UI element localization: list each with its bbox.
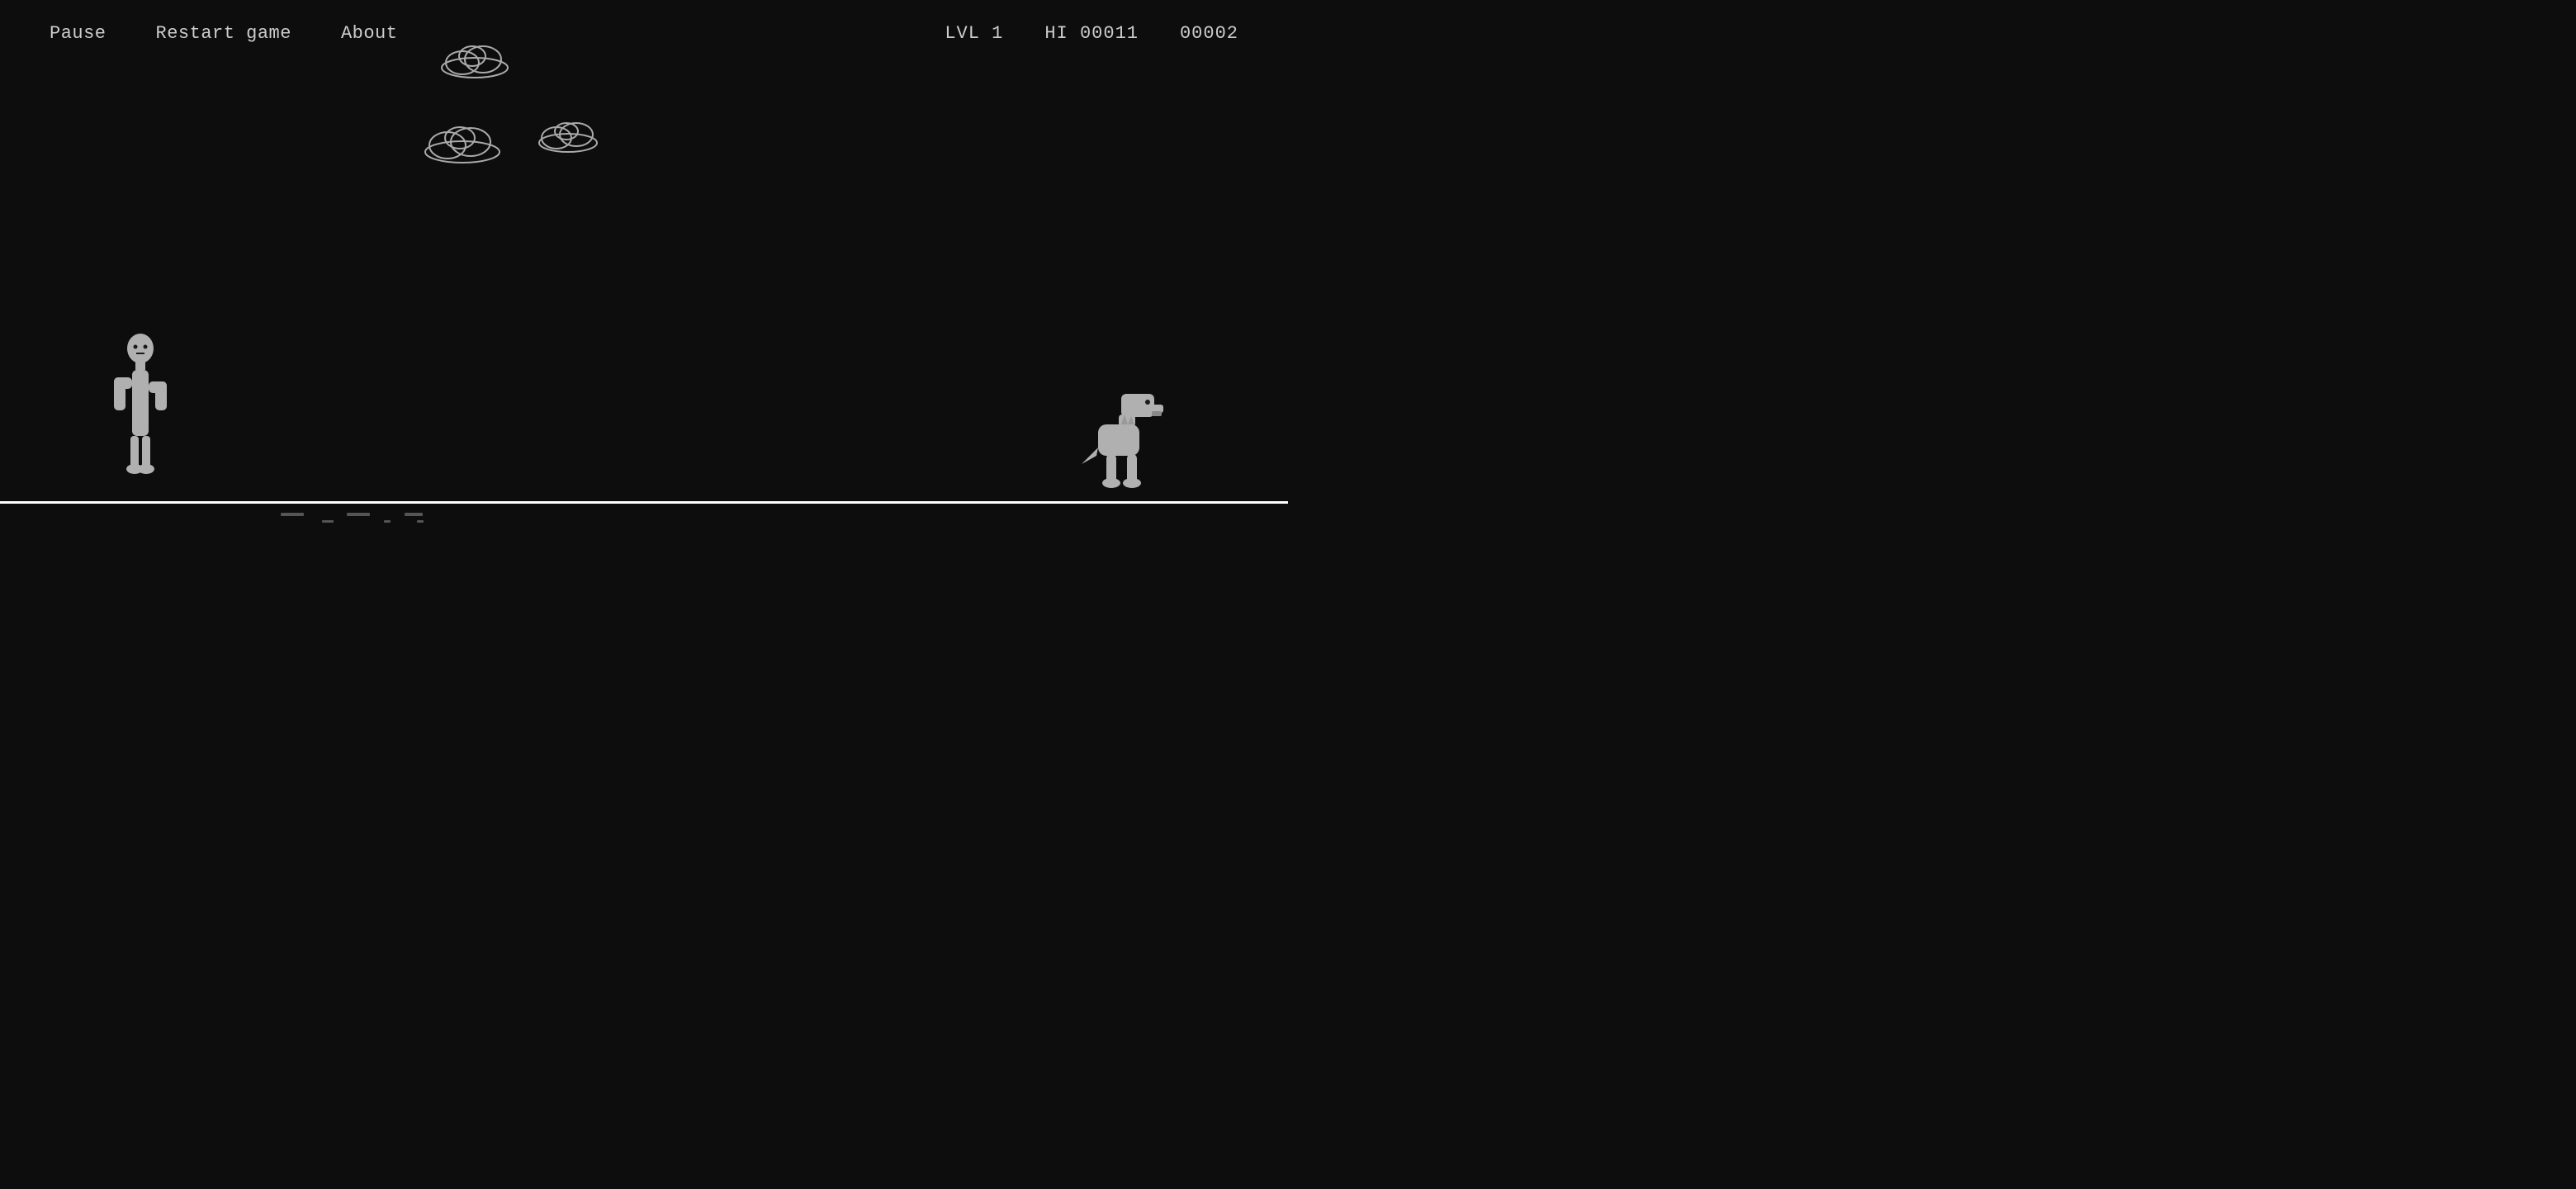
about-button[interactable]: About [341, 23, 398, 44]
dash-5 [405, 513, 423, 516]
dash-1 [281, 513, 304, 516]
dash-6 [417, 520, 424, 523]
level-display: LVL 1 [945, 23, 1003, 44]
dash-4 [384, 520, 391, 523]
nav-right: LVL 1 HI 00011 00002 [945, 23, 1238, 44]
cloud-3 [535, 118, 601, 157]
nav-left: Pause Restart game About [50, 23, 397, 44]
score-display: 00002 [1180, 23, 1238, 44]
ground-line [0, 501, 1288, 504]
cloud-2 [421, 122, 504, 168]
dino-character [1082, 390, 1164, 501]
restart-game-button[interactable]: Restart game [156, 23, 291, 44]
dash-3 [347, 513, 370, 516]
pause-button[interactable]: Pause [50, 23, 107, 44]
cactus-character [107, 332, 173, 501]
navigation: Pause Restart game About LVL 1 HI 00011 … [0, 0, 1288, 67]
hi-score-display: HI 00011 [1044, 23, 1139, 44]
dash-2 [322, 520, 334, 523]
